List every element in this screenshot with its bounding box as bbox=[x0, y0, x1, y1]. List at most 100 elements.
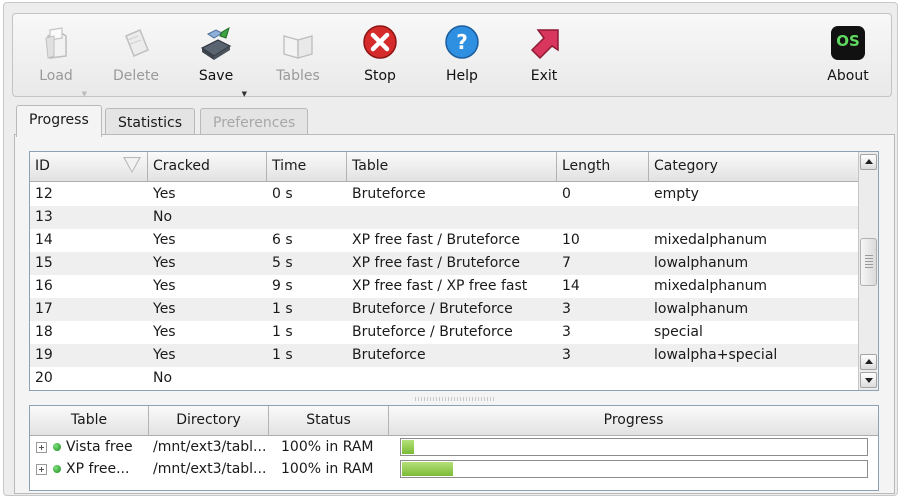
tables-list-header: Table Directory Status Progress bbox=[30, 406, 878, 436]
table-row[interactable]: 20 No bbox=[30, 367, 858, 390]
cell-time: 5 s bbox=[272, 255, 293, 271]
table-row[interactable]: 12 Yes 0 s Bruteforce 0 empty bbox=[30, 183, 858, 206]
tab-statistics[interactable]: Statistics bbox=[105, 108, 195, 136]
pane-splitter-handle[interactable] bbox=[415, 397, 495, 401]
cell-cracked: No bbox=[153, 209, 173, 225]
table-row[interactable]: 14 Yes 6 s XP free fast / Bruteforce 10 mixed… bbox=[30, 229, 858, 252]
table-row[interactable]: 13 No bbox=[30, 206, 858, 229]
cell-table: Bruteforce / Bruteforce bbox=[352, 301, 513, 317]
cell-time bbox=[267, 206, 347, 229]
column-header-length[interactable]: Length bbox=[557, 152, 649, 182]
about-button[interactable]: OS About bbox=[813, 24, 883, 84]
cell-cracked: Yes bbox=[153, 255, 176, 271]
cell-category: mixedalphanum bbox=[654, 278, 768, 294]
table-row[interactable]: 17 Yes 1 s Bruteforce / Bruteforce 3 lowalpha… bbox=[30, 298, 858, 321]
exit-icon bbox=[524, 24, 564, 64]
table-row[interactable]: 15 Yes 5 s XP free fast / Bruteforce 7 lowalp… bbox=[30, 252, 858, 275]
cell-category: lowalphanum bbox=[654, 255, 749, 271]
progress-bar bbox=[400, 438, 868, 456]
tables-button[interactable]: Tables bbox=[263, 24, 333, 84]
save-button[interactable]: Save ▼ bbox=[181, 24, 251, 98]
column-header-table[interactable]: Table bbox=[30, 406, 149, 436]
vertical-scrollbar[interactable] bbox=[858, 152, 878, 390]
column-header-table[interactable]: Table bbox=[347, 152, 557, 182]
scroll-up-button[interactable] bbox=[860, 154, 877, 170]
ophcrack-window: Load ▼ Delete Save ▼ Tables Stop ? Help … bbox=[3, 2, 898, 496]
tab-preferences[interactable]: Preferences bbox=[200, 108, 309, 136]
cell-table: Bruteforce bbox=[352, 186, 426, 202]
delete-label: Delete bbox=[113, 68, 159, 84]
cell-length: 3 bbox=[562, 347, 571, 363]
progress-bar-fill bbox=[402, 440, 414, 454]
scroll-down-button[interactable] bbox=[860, 372, 877, 388]
cell-table: XP free fast / Bruteforce bbox=[352, 232, 521, 248]
exit-button[interactable]: Exit bbox=[509, 24, 579, 84]
column-header-directory[interactable]: Directory bbox=[149, 406, 269, 436]
load-icon bbox=[36, 24, 76, 64]
save-dropdown-arrow-icon[interactable]: ▼ bbox=[242, 90, 247, 98]
cell-time: 6 s bbox=[272, 232, 293, 248]
column-header-time[interactable]: Time bbox=[267, 152, 347, 182]
cell-cracked: Yes bbox=[153, 301, 176, 317]
status-dot-icon bbox=[53, 465, 61, 473]
cell-cracked: No bbox=[153, 370, 173, 386]
scroll-thumb[interactable] bbox=[860, 238, 877, 286]
toolbar: Load ▼ Delete Save ▼ Tables Stop ? Help … bbox=[12, 13, 892, 98]
list-item[interactable]: XP free... /mnt/ext3/tabl... 100% in RAM bbox=[30, 458, 878, 480]
help-button[interactable]: ? Help bbox=[427, 24, 497, 84]
cell-cracked: Yes bbox=[153, 278, 176, 294]
save-label: Save bbox=[198, 68, 234, 84]
cell-length bbox=[557, 367, 649, 390]
cell-directory: /mnt/ext3/tabl... bbox=[153, 461, 267, 477]
help-icon: ? bbox=[442, 24, 482, 64]
cell-id: 12 bbox=[35, 186, 53, 202]
load-dropdown-arrow-icon[interactable]: ▼ bbox=[82, 90, 87, 98]
cell-time bbox=[267, 367, 347, 390]
cell-time: 1 s bbox=[272, 301, 293, 317]
tables-icon bbox=[278, 24, 318, 64]
column-header-progress[interactable]: Progress bbox=[389, 406, 878, 436]
save-icon bbox=[196, 24, 236, 64]
cell-cracked: Yes bbox=[153, 324, 176, 340]
status-dot-icon bbox=[53, 443, 61, 451]
cell-category: mixedalphanum bbox=[654, 232, 768, 248]
cell-category bbox=[649, 206, 858, 229]
about-logo-text: OS bbox=[836, 32, 860, 50]
cell-category bbox=[649, 367, 858, 390]
cell-category: lowalphanum bbox=[654, 301, 749, 317]
cell-time: 1 s bbox=[272, 324, 293, 340]
table-row[interactable]: 19 Yes 1 s Bruteforce 3 lowalpha+special bbox=[30, 344, 858, 367]
load-button[interactable]: Load ▼ bbox=[21, 24, 91, 98]
column-header-category[interactable]: Category bbox=[649, 152, 858, 182]
cell-id: 15 bbox=[35, 255, 53, 271]
cell-cracked: Yes bbox=[153, 186, 176, 202]
delete-button[interactable]: Delete bbox=[101, 24, 171, 84]
table-row[interactable]: 18 Yes 1 s Bruteforce / Bruteforce 3 special bbox=[30, 321, 858, 344]
expand-icon[interactable] bbox=[36, 441, 47, 453]
svg-text:?: ? bbox=[456, 30, 468, 54]
cell-progress bbox=[389, 460, 878, 478]
stop-icon bbox=[360, 24, 400, 64]
tab-progress[interactable]: Progress bbox=[16, 105, 102, 137]
cell-table: XP free fast / Bruteforce bbox=[352, 255, 521, 271]
list-item[interactable]: Vista free/mnt/ext3/tabl... 100% in RAM bbox=[30, 436, 878, 458]
cell-status: 100% in RAM bbox=[281, 461, 374, 477]
cell-id: 13 bbox=[35, 209, 53, 225]
cell-table bbox=[347, 206, 557, 229]
table-row[interactable]: 16 Yes 9 s XP free fast / XP free fast 14 mix… bbox=[30, 275, 858, 298]
tables-list-body: Vista free/mnt/ext3/tabl... 100% in RAM XP… bbox=[30, 436, 878, 480]
cell-length bbox=[557, 206, 649, 229]
cell-id: 16 bbox=[35, 278, 53, 294]
expand-icon[interactable] bbox=[36, 463, 47, 475]
tables-list: Table Directory Status Progress Vista fr… bbox=[29, 405, 879, 491]
column-header-cracked[interactable]: Cracked bbox=[148, 152, 267, 182]
cell-time: 9 s bbox=[272, 278, 293, 294]
column-header-id[interactable]: ID bbox=[30, 152, 148, 182]
cell-cracked: Yes bbox=[153, 232, 176, 248]
column-header-status[interactable]: Status bbox=[269, 406, 389, 436]
cell-table: Bruteforce bbox=[352, 347, 426, 363]
scroll-up-button-lower[interactable] bbox=[860, 354, 877, 370]
cell-status: 100% in RAM bbox=[281, 439, 374, 455]
table-name: Vista free bbox=[66, 439, 133, 455]
stop-button[interactable]: Stop bbox=[345, 24, 415, 84]
